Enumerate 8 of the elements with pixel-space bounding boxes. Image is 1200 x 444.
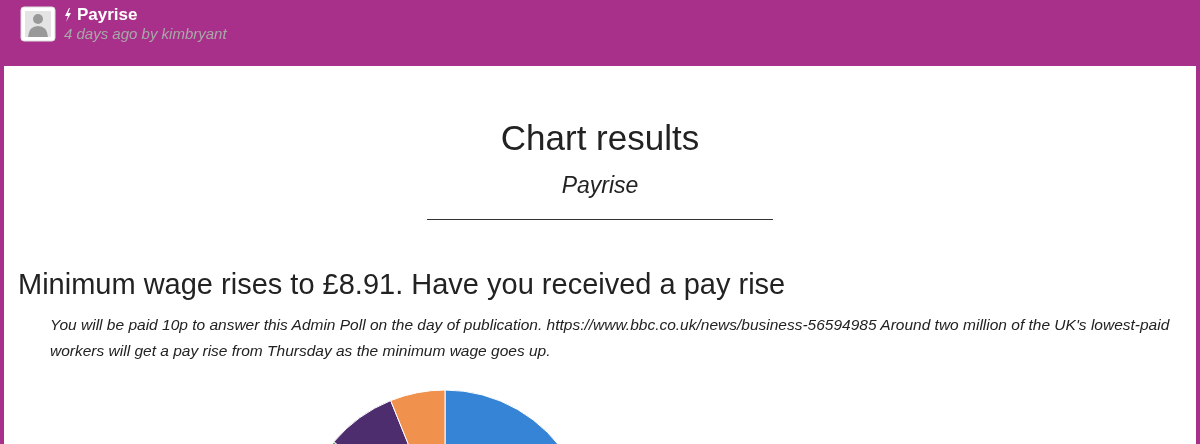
post-byline: 4 days ago by kimbryant bbox=[64, 25, 227, 43]
question-title: Minimum wage rises to £8.91. Have you received a pay rise bbox=[18, 267, 787, 302]
post-title[interactable]: Payrise bbox=[77, 5, 138, 25]
avatar-icon bbox=[20, 6, 56, 42]
question-description: You will be paid 10p to answer this Admin Poll on the day of publication. https://www.bbc.co.uk/news/business-56594985 Around two million of the UK's lowest-paid workers will get a pay rise from Thursday as the minimum wage goes up. bbox=[50, 315, 1171, 361]
page-title: Chart results bbox=[499, 117, 701, 159]
page-subtitle: Payrise bbox=[560, 172, 640, 199]
lightning-icon bbox=[64, 8, 72, 22]
